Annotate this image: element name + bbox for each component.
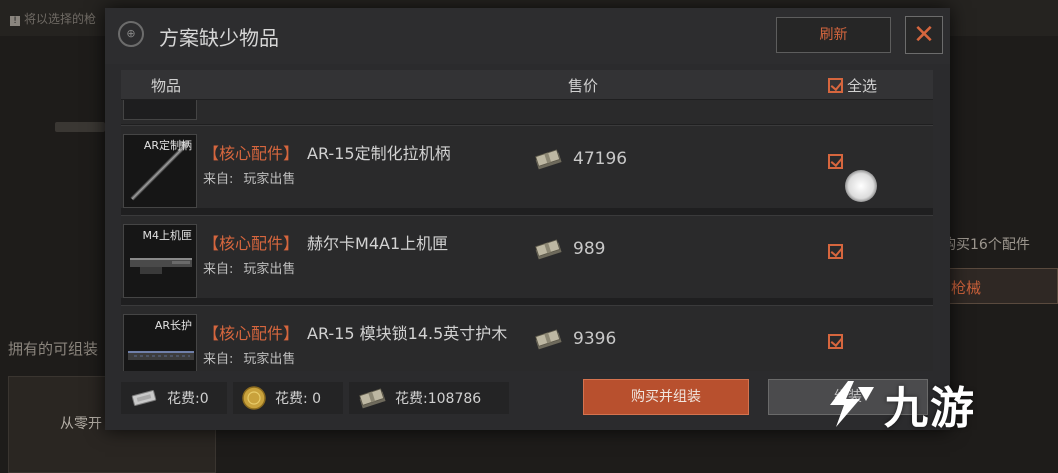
item-price: 9396: [533, 328, 616, 350]
silver-bar-icon: [131, 390, 157, 406]
cash-stack-icon: [359, 388, 386, 409]
item-source-label: 来自:: [203, 352, 234, 367]
item-thumbnail: AR长护: [123, 314, 197, 371]
close-icon: ✕: [913, 20, 935, 50]
price-value: 47196: [573, 149, 628, 169]
table-header: 物品 售价 全选: [121, 70, 933, 99]
cash-stack-icon: [535, 239, 562, 260]
cost-footer: 花费:0 花费: 0 花费:108786 购买并组装 组装: [121, 375, 933, 421]
cost-cash: 花费:108786: [349, 382, 509, 414]
cost-gold-label: 花费: 0: [275, 391, 322, 407]
dialog-title: 方案缺少物品: [159, 26, 279, 50]
item-thumbnail: [123, 100, 197, 120]
item-source: 来自: 玩家出售: [203, 258, 295, 277]
touch-cursor: [845, 170, 877, 202]
item-source-value: 玩家出售: [243, 262, 296, 277]
item-tag: 【核心配件】: [203, 144, 300, 163]
cost-silver-label: 花费:0: [167, 391, 209, 407]
item-name-text: 赫尔卡M4A1上机匣: [307, 234, 449, 253]
price-value: 989: [573, 239, 606, 259]
watermark-text: 九游: [884, 383, 976, 434]
close-button[interactable]: ✕: [905, 16, 943, 54]
item-thumbnail: M4上机匣: [123, 224, 197, 298]
gold-coin-icon: [242, 386, 266, 410]
cost-cash-label: 花费:108786: [395, 391, 482, 407]
item-name: 【核心配件】 赫尔卡M4A1上机匣: [203, 230, 448, 254]
column-header-item: 物品: [151, 77, 182, 95]
item-source: 来自: 玩家出售: [203, 168, 295, 187]
thumbnail-label: M4上机匣: [142, 229, 193, 242]
item-name-text: AR-15 模块锁14.5英寸护木: [307, 324, 508, 343]
item-name: 【核心配件】 AR-15定制化拉机柄: [203, 140, 451, 164]
select-all-toggle[interactable]: 全选: [828, 75, 877, 96]
item-source: 来自: 玩家出售: [203, 348, 295, 367]
jiuyou-logo-icon: [830, 381, 874, 427]
background-right-button-label: 枪械: [951, 279, 982, 297]
table-row[interactable]: AR定制柄 【核心配件】 AR-15定制化拉机柄 来自: 玩家出售 47196: [121, 125, 933, 208]
background-purchase-count: 购买16个配件: [942, 237, 1030, 253]
item-price: 47196: [533, 148, 627, 170]
background-notice: ! 将以选择的枪: [10, 10, 96, 27]
background-weapon-silhouette: [55, 122, 105, 132]
dialog-header: ⊕ 方案缺少物品 刷新 ✕: [105, 8, 950, 64]
row-checkbox[interactable]: [828, 154, 843, 169]
cost-silver: 花费:0: [121, 382, 227, 414]
select-all-label: 全选: [847, 77, 878, 95]
watermark: 九游: [818, 372, 976, 436]
globe-icon: ⊕: [118, 21, 144, 47]
items-table: 物品 售价 全选 AR定制柄 【核心配件】 AR-15定制化拉机柄 来自: 玩家出售: [121, 70, 933, 371]
price-value: 9396: [573, 329, 617, 349]
item-source-value: 玩家出售: [243, 352, 296, 367]
cash-stack-icon: [535, 329, 562, 350]
table-row-partial: [121, 100, 933, 124]
select-all-checkbox[interactable]: [828, 78, 843, 93]
background-notice-text: 将以选择的枪: [24, 12, 97, 26]
item-tag: 【核心配件】: [203, 324, 300, 343]
missing-items-dialog: ⊕ 方案缺少物品 刷新 ✕ 物品 售价 全选 AR定制柄 【核心配件】 AR-1…: [105, 8, 950, 430]
buy-and-assemble-button[interactable]: 购买并组装: [583, 379, 749, 415]
thumbnail-label: AR长护: [154, 319, 192, 332]
column-header-price: 售价: [568, 77, 599, 95]
refresh-button[interactable]: 刷新: [776, 17, 891, 53]
row-checkbox[interactable]: [828, 334, 843, 349]
item-name: 【核心配件】 AR-15 模块锁14.5英寸护木: [203, 320, 507, 344]
cash-stack-icon: [535, 149, 562, 170]
item-tag: 【核心配件】: [203, 234, 300, 253]
table-row[interactable]: AR长护 【核心配件】 AR-15 模块锁14.5英寸护木 来自: 玩家出售 939…: [121, 305, 933, 371]
cost-gold: 花费: 0: [233, 382, 343, 414]
item-name-text: AR-15定制化拉机柄: [307, 144, 451, 163]
item-source-label: 来自:: [203, 262, 234, 277]
table-row[interactable]: M4上机匣 【核心配件】 赫尔卡M4A1上机匣 来自: 玩家出售 989: [121, 215, 933, 298]
background-left-button[interactable]: 从零开: [60, 413, 102, 433]
thumbnail-label: AR定制柄: [143, 139, 192, 152]
background-owned-label: 拥有的可组装: [8, 340, 99, 358]
row-checkbox[interactable]: [828, 244, 843, 259]
notice-icon: !: [10, 16, 20, 26]
item-source-label: 来自:: [203, 172, 234, 187]
item-thumbnail: AR定制柄: [123, 134, 197, 208]
item-price: 989: [533, 238, 605, 260]
item-source-value: 玩家出售: [243, 172, 296, 187]
